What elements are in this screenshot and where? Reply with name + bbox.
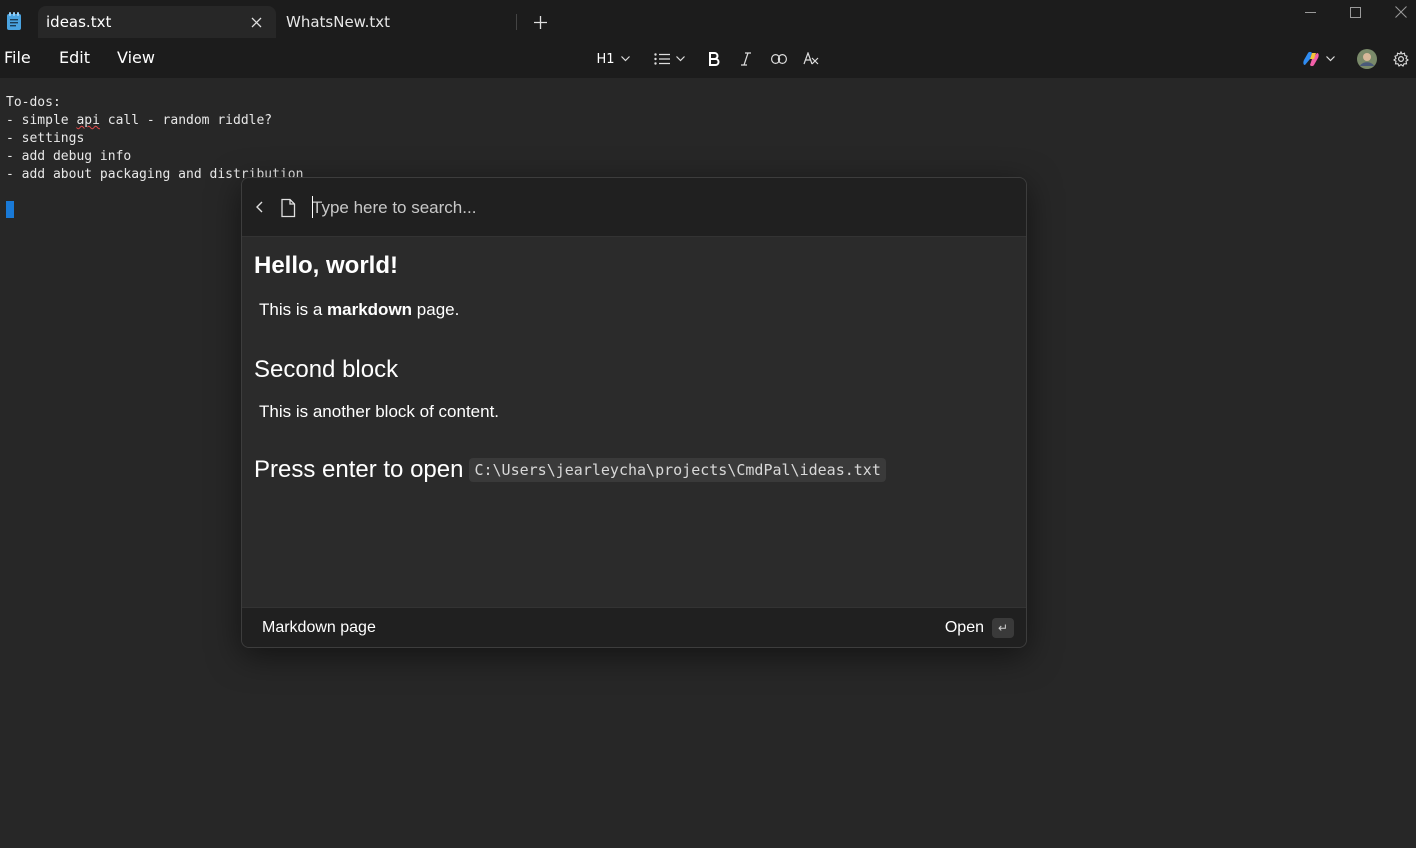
document-icon	[278, 198, 298, 218]
input-cursor	[312, 196, 313, 218]
tab-divider	[516, 14, 517, 30]
copilot-icon	[1302, 51, 1320, 67]
heading-text: Press enter to open	[254, 456, 463, 484]
title-bar: ideas.txt WhatsNew.txt	[0, 0, 1416, 38]
menu-edit[interactable]: Edit	[59, 48, 90, 67]
tab-ideas[interactable]: ideas.txt	[38, 6, 276, 38]
palette-footer: Markdown page Open ↵	[242, 607, 1026, 647]
open-button[interactable]: Open ↵	[945, 616, 1014, 640]
bullet-list-icon	[654, 53, 670, 65]
menu-bar: File Edit View H1	[0, 38, 1416, 78]
editor-line: - simple	[6, 113, 76, 128]
enter-key-icon: ↵	[992, 618, 1014, 638]
paragraph-text: This is a	[259, 300, 327, 319]
notepad-app-icon	[6, 12, 22, 30]
file-path-code: C:\Users\jearleycha\projects\CmdPal\idea…	[469, 458, 885, 482]
clear-formatting-icon[interactable]	[800, 46, 822, 72]
page-title: Markdown page	[262, 619, 376, 637]
markdown-paragraph-2: This is another block of content.	[259, 402, 499, 422]
maximize-icon[interactable]	[1332, 0, 1378, 24]
copilot-dropdown[interactable]	[1298, 46, 1338, 72]
search-input[interactable]	[312, 194, 992, 222]
new-tab-plus-icon[interactable]	[528, 10, 552, 34]
menu-view[interactable]: View	[117, 48, 155, 67]
italic-icon[interactable]	[736, 46, 756, 72]
link-icon[interactable]	[768, 46, 790, 72]
spelling-error-word: api	[76, 113, 99, 128]
heading-dropdown[interactable]: H1	[592, 46, 634, 72]
bold-text: markdown	[327, 300, 412, 319]
menu-file[interactable]: File	[4, 48, 31, 67]
editor-text[interactable]: To-dos: - simple api call - random riddl…	[6, 94, 303, 184]
text-caret	[6, 201, 14, 218]
tab-whatsnew[interactable]: WhatsNew.txt	[278, 6, 516, 38]
markdown-paragraph-1: This is a markdown page.	[259, 300, 459, 320]
open-label: Open	[945, 619, 984, 637]
chevron-down-icon	[676, 56, 685, 62]
tab-label: WhatsNew.txt	[286, 13, 390, 31]
markdown-heading-1: Hello, world!	[254, 252, 398, 280]
chevron-down-icon	[1326, 56, 1335, 62]
paragraph-text: page.	[412, 300, 459, 319]
editor-line: call - random riddle?	[100, 113, 272, 128]
close-tab-icon[interactable]	[246, 12, 266, 32]
palette-search-bar	[242, 178, 1026, 237]
back-arrow-icon[interactable]	[250, 198, 268, 216]
command-palette: Hello, world! This is a markdown page. S…	[241, 177, 1027, 648]
markdown-heading-3: Press enter to openC:\Users\jearleycha\p…	[254, 456, 886, 484]
list-dropdown[interactable]	[650, 46, 688, 72]
chevron-down-icon	[621, 56, 630, 62]
editor-line: To-dos:	[6, 95, 61, 110]
editor-line: - add debug info	[6, 149, 131, 164]
minimize-icon[interactable]	[1287, 0, 1333, 24]
bold-icon[interactable]	[704, 46, 724, 72]
heading-level: H1	[596, 52, 614, 67]
close-window-icon[interactable]	[1378, 0, 1416, 24]
avatar[interactable]	[1356, 46, 1378, 72]
gear-icon[interactable]	[1390, 46, 1412, 72]
markdown-heading-2: Second block	[254, 356, 398, 384]
tab-label: ideas.txt	[46, 13, 111, 31]
editor-line: - settings	[6, 131, 84, 146]
